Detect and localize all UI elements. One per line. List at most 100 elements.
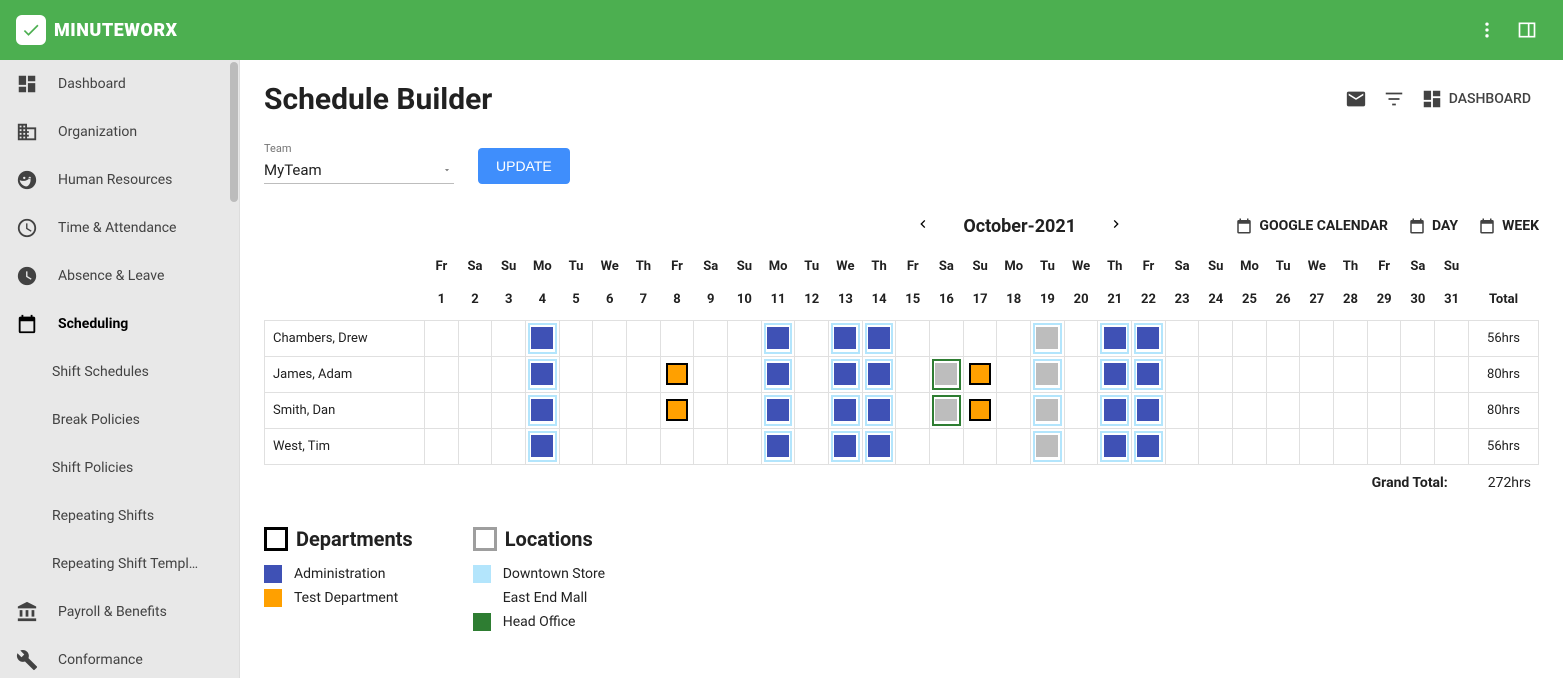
schedule-cell-empty[interactable] bbox=[1401, 320, 1435, 356]
schedule-cell-empty[interactable] bbox=[1367, 356, 1401, 392]
sidebar-item-time[interactable]: Time & Attendance bbox=[0, 204, 239, 252]
sidebar-item-hr[interactable]: Human Resources bbox=[0, 156, 239, 204]
schedule-cell[interactable] bbox=[930, 392, 964, 428]
schedule-cell-empty[interactable] bbox=[1300, 428, 1334, 464]
schedule-cell-empty[interactable] bbox=[1300, 320, 1334, 356]
schedule-cell-empty[interactable] bbox=[795, 356, 829, 392]
schedule-cell-empty[interactable] bbox=[593, 356, 627, 392]
sidebar-sub-shift-policies[interactable]: Shift Policies bbox=[0, 444, 239, 492]
schedule-cell-empty[interactable] bbox=[963, 320, 997, 356]
schedule-cell-empty[interactable] bbox=[930, 320, 964, 356]
schedule-cell-empty[interactable] bbox=[559, 320, 593, 356]
schedule-cell-empty[interactable] bbox=[1266, 428, 1300, 464]
schedule-cell[interactable] bbox=[1031, 428, 1065, 464]
employee-name[interactable]: Smith, Dan bbox=[265, 392, 425, 428]
schedule-cell-empty[interactable] bbox=[1199, 392, 1233, 428]
schedule-cell-empty[interactable] bbox=[492, 392, 526, 428]
schedule-cell-empty[interactable] bbox=[458, 320, 492, 356]
schedule-cell[interactable] bbox=[862, 428, 896, 464]
schedule-cell-empty[interactable] bbox=[896, 428, 930, 464]
schedule-cell-empty[interactable] bbox=[458, 392, 492, 428]
schedule-cell-empty[interactable] bbox=[458, 356, 492, 392]
schedule-cell-empty[interactable] bbox=[896, 356, 930, 392]
schedule-cell-empty[interactable] bbox=[1165, 428, 1199, 464]
schedule-cell-empty[interactable] bbox=[425, 428, 459, 464]
schedule-cell-empty[interactable] bbox=[1300, 392, 1334, 428]
schedule-cell-empty[interactable] bbox=[1233, 428, 1267, 464]
schedule-cell-empty[interactable] bbox=[1233, 356, 1267, 392]
schedule-cell[interactable] bbox=[862, 392, 896, 428]
schedule-cell[interactable] bbox=[761, 428, 795, 464]
schedule-cell[interactable] bbox=[761, 356, 795, 392]
schedule-cell[interactable] bbox=[526, 320, 560, 356]
schedule-cell[interactable] bbox=[526, 428, 560, 464]
schedule-cell-empty[interactable] bbox=[1165, 356, 1199, 392]
schedule-cell-empty[interactable] bbox=[1367, 428, 1401, 464]
schedule-cell[interactable] bbox=[829, 356, 863, 392]
schedule-cell-empty[interactable] bbox=[1334, 428, 1368, 464]
schedule-cell[interactable] bbox=[1132, 392, 1166, 428]
schedule-cell-empty[interactable] bbox=[728, 428, 762, 464]
schedule-cell-empty[interactable] bbox=[1435, 356, 1469, 392]
sidebar-item-absence[interactable]: Absence & Leave bbox=[0, 252, 239, 300]
schedule-cell[interactable] bbox=[1098, 428, 1132, 464]
schedule-cell-empty[interactable] bbox=[1064, 392, 1098, 428]
schedule-cell[interactable] bbox=[1098, 320, 1132, 356]
schedule-cell-empty[interactable] bbox=[694, 356, 728, 392]
schedule-cell-empty[interactable] bbox=[1435, 392, 1469, 428]
schedule-cell-empty[interactable] bbox=[1435, 320, 1469, 356]
schedule-cell-empty[interactable] bbox=[896, 320, 930, 356]
schedule-cell-empty[interactable] bbox=[1199, 320, 1233, 356]
schedule-cell-empty[interactable] bbox=[795, 428, 829, 464]
schedule-cell-empty[interactable] bbox=[728, 356, 762, 392]
employee-name[interactable]: West, Tim bbox=[265, 428, 425, 464]
week-view-button[interactable]: WEEK bbox=[1478, 217, 1539, 235]
schedule-cell[interactable] bbox=[963, 356, 997, 392]
schedule-cell-empty[interactable] bbox=[896, 392, 930, 428]
schedule-cell-empty[interactable] bbox=[1199, 428, 1233, 464]
schedule-cell[interactable] bbox=[829, 392, 863, 428]
schedule-cell-empty[interactable] bbox=[930, 428, 964, 464]
schedule-cell-empty[interactable] bbox=[1233, 392, 1267, 428]
schedule-cell-empty[interactable] bbox=[559, 356, 593, 392]
schedule-cell-empty[interactable] bbox=[1401, 392, 1435, 428]
schedule-cell-empty[interactable] bbox=[1334, 320, 1368, 356]
schedule-cell-empty[interactable] bbox=[458, 428, 492, 464]
schedule-cell-empty[interactable] bbox=[492, 320, 526, 356]
employee-name[interactable]: James, Adam bbox=[265, 356, 425, 392]
schedule-cell-empty[interactable] bbox=[492, 356, 526, 392]
sidebar-sub-break-policies[interactable]: Break Policies bbox=[0, 396, 239, 444]
schedule-cell-empty[interactable] bbox=[997, 428, 1031, 464]
schedule-cell[interactable] bbox=[1132, 428, 1166, 464]
more-icon[interactable] bbox=[1467, 10, 1507, 50]
sidebar-item-dashboard[interactable]: Dashboard bbox=[0, 60, 239, 108]
schedule-cell-empty[interactable] bbox=[660, 428, 694, 464]
schedule-cell[interactable] bbox=[963, 392, 997, 428]
schedule-cell-empty[interactable] bbox=[627, 320, 661, 356]
schedule-cell-empty[interactable] bbox=[1367, 320, 1401, 356]
schedule-cell-empty[interactable] bbox=[593, 428, 627, 464]
schedule-cell-empty[interactable] bbox=[1334, 356, 1368, 392]
schedule-cell-empty[interactable] bbox=[1064, 428, 1098, 464]
schedule-cell-empty[interactable] bbox=[1064, 320, 1098, 356]
schedule-cell-empty[interactable] bbox=[1199, 356, 1233, 392]
schedule-cell-empty[interactable] bbox=[1064, 356, 1098, 392]
schedule-cell-empty[interactable] bbox=[627, 356, 661, 392]
schedule-cell-empty[interactable] bbox=[963, 428, 997, 464]
sidebar-item-payroll[interactable]: Payroll & Benefits bbox=[0, 588, 239, 636]
schedule-cell-empty[interactable] bbox=[1165, 320, 1199, 356]
schedule-cell-empty[interactable] bbox=[1266, 356, 1300, 392]
schedule-cell-empty[interactable] bbox=[660, 320, 694, 356]
schedule-cell[interactable] bbox=[1031, 320, 1065, 356]
schedule-cell-empty[interactable] bbox=[1367, 392, 1401, 428]
update-button[interactable]: UPDATE bbox=[478, 148, 570, 184]
sidebar-sub-repeating-templates[interactable]: Repeating Shift Templ… bbox=[0, 540, 239, 588]
schedule-cell[interactable] bbox=[1098, 392, 1132, 428]
schedule-cell-empty[interactable] bbox=[425, 392, 459, 428]
employee-name[interactable]: Chambers, Drew bbox=[265, 320, 425, 356]
schedule-cell[interactable] bbox=[660, 356, 694, 392]
sidebar-scrollbar[interactable] bbox=[230, 62, 238, 202]
schedule-cell[interactable] bbox=[526, 356, 560, 392]
schedule-cell[interactable] bbox=[660, 392, 694, 428]
schedule-cell-empty[interactable] bbox=[1401, 356, 1435, 392]
